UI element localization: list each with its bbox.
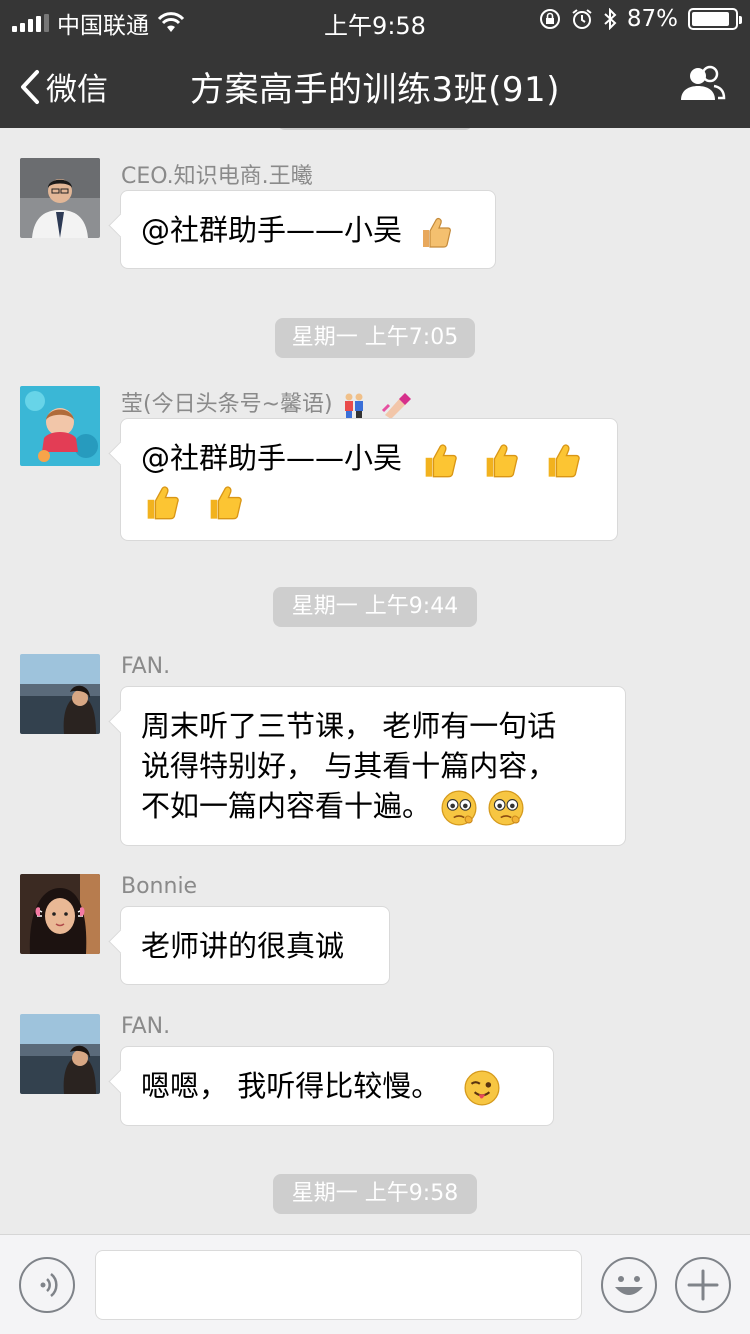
- avatar-fan[interactable]: [20, 1014, 100, 1094]
- status-bar: 中国联通 上午9:58 87%: [0, 0, 750, 40]
- nav-bar: 微信 方案高手的训练3班(91): [0, 40, 750, 128]
- avatar-bonnie[interactable]: [20, 874, 100, 954]
- timestamp-pill: 星期一 上午9:44: [273, 587, 477, 627]
- chat-area[interactable]: CEO.知识电商.王曦 @社群助手——小吴 星期一 上午7:05 莹(今日头条号…: [0, 128, 750, 1234]
- thumbs-up-icon: [548, 444, 580, 478]
- input-bar: [0, 1234, 750, 1334]
- message-line: 说得特别好， 与其看十篇内容，: [141, 749, 557, 783]
- message-text: 嗯嗯， 我听得比较慢。: [141, 1069, 441, 1103]
- message-line: 周末听了三节课， 老师有一句话: [141, 709, 557, 743]
- shy-face-icon: [441, 790, 477, 826]
- sender-name-text: 莹(今日头条号~馨语): [121, 392, 333, 417]
- thumbs-up-icon: [210, 486, 242, 520]
- thumbs-up-icon: [147, 486, 179, 520]
- avatar-ying[interactable]: [20, 386, 100, 466]
- message-text: 老师讲的很真诚: [141, 929, 345, 963]
- message-bubble[interactable]: 嗯嗯， 我听得比较慢。: [120, 1046, 554, 1126]
- message-bubble[interactable]: @社群助手——小吴: [120, 418, 618, 541]
- nail-polish-icon: [381, 393, 411, 419]
- message-line-last: 不如一篇内容看十遍。: [141, 786, 605, 827]
- couple-icon: [344, 393, 363, 418]
- chat-title: 方案高手的训练3班(91): [190, 70, 560, 110]
- status-right: 87%: [539, 6, 742, 32]
- sender-name: Bonnie: [121, 874, 198, 899]
- thumbs-up-icon: [425, 444, 457, 478]
- plus-icon: [687, 1269, 719, 1301]
- bluetooth-icon: [604, 8, 617, 30]
- message-bubble[interactable]: 周末听了三节课， 老师有一句话 说得特别好， 与其看十篇内容， 不如一篇内容看十…: [120, 686, 626, 846]
- emoji-button[interactable]: [601, 1257, 657, 1313]
- sender-name: CEO.知识电商.王曦: [121, 164, 313, 189]
- timestamp-pill: 星期一 上午7:05: [275, 318, 475, 358]
- battery-fill: [692, 12, 729, 26]
- shy-face-icon: [488, 790, 524, 826]
- top-bar: 中国联通 上午9:58 87% 微信 方案高手的训练3班(91): [0, 0, 750, 128]
- rotation-lock-icon: [539, 9, 560, 29]
- alarm-icon: [572, 9, 592, 29]
- thumbs-up-icon: [487, 444, 519, 478]
- avatar-wangxi[interactable]: [20, 158, 100, 238]
- wink-tongue-face-icon: [464, 1070, 500, 1106]
- more-button[interactable]: [675, 1257, 731, 1313]
- message-text: @社群助手——小吴: [141, 441, 403, 475]
- timestamp-pill: 星期一 上午9:58: [273, 1174, 477, 1214]
- battery-icon: [688, 8, 742, 30]
- group-members-icon[interactable]: [678, 64, 726, 104]
- thumbs-up-icon: [423, 217, 452, 248]
- avatar-fan[interactable]: [20, 654, 100, 734]
- sender-name: FAN.: [121, 654, 171, 679]
- message-text: @社群助手——小吴: [141, 213, 403, 247]
- message-line-text: 不如一篇内容看十遍。: [141, 789, 432, 823]
- message-input[interactable]: [95, 1250, 582, 1320]
- battery-percent: 87%: [626, 6, 678, 32]
- voice-icon: [40, 1273, 58, 1297]
- message-bubble[interactable]: @社群助手——小吴: [120, 190, 496, 269]
- sender-name: 莹(今日头条号~馨语): [121, 386, 413, 419]
- smiley-icon: [615, 1276, 643, 1295]
- voice-button[interactable]: [19, 1257, 75, 1313]
- message-bubble[interactable]: 老师讲的很真诚: [120, 906, 390, 985]
- timestamp-pill-partial: [277, 128, 473, 130]
- sender-name: FAN.: [121, 1014, 171, 1039]
